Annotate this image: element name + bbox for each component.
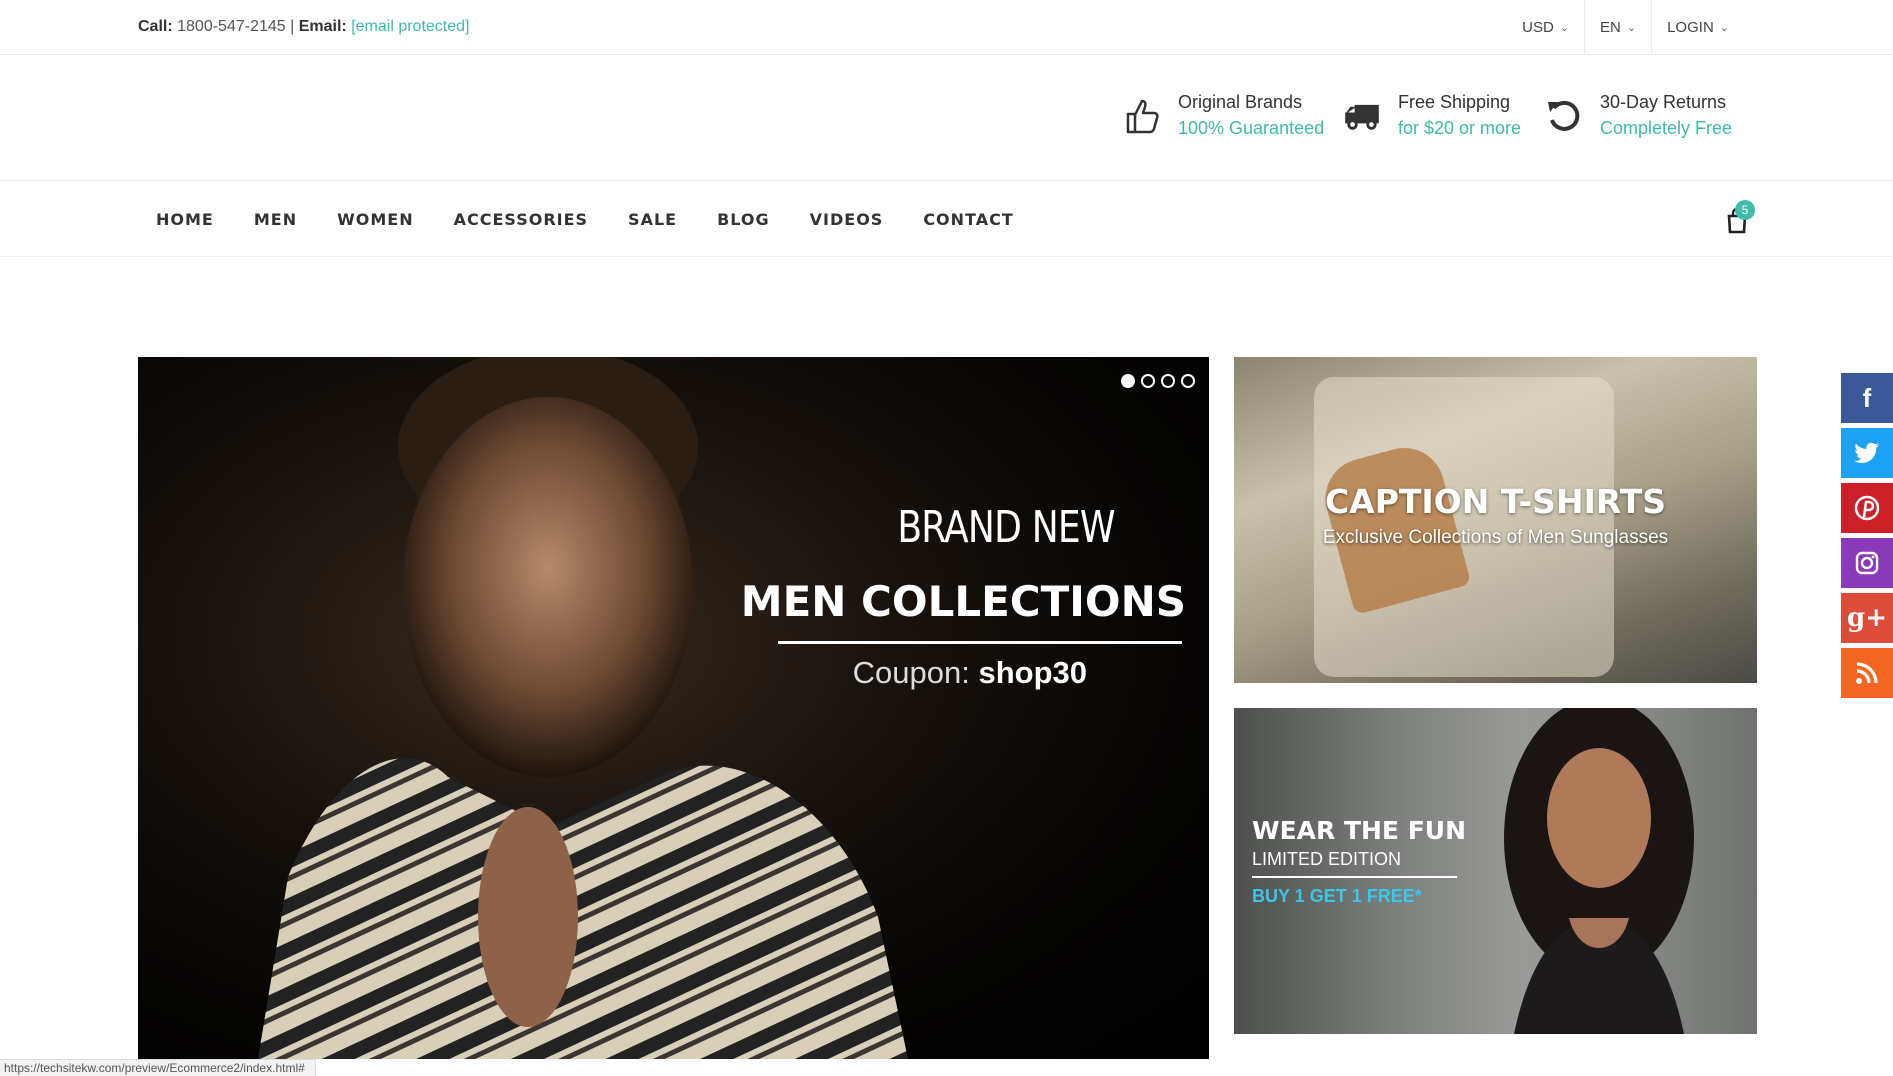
hero-coupon: Coupon: shop30: [853, 655, 1087, 691]
model-woman-image: [1504, 708, 1694, 1034]
banner-caption-tshirts[interactable]: CAPTION T-SHIRTS Exclusive Collections o…: [1234, 357, 1757, 683]
header-promos: Original Brands 100% Guaranteed Free Shi…: [0, 56, 1893, 181]
banner-offer: BUY 1 GET 1 FREE*: [1252, 886, 1422, 906]
facebook-icon[interactable]: f: [1841, 373, 1893, 423]
chevron-down-icon: ⌄: [1719, 22, 1729, 34]
status-url: https://techsitekw.com/preview/Ecommerce…: [0, 1059, 316, 1076]
slider-dot-4[interactable]: [1181, 374, 1195, 388]
promo-title: Original Brands: [1178, 92, 1303, 112]
coupon-label: Coupon:: [852, 655, 970, 690]
phone-number[interactable]: 1800-547-2145: [177, 18, 286, 35]
promo-title: 30-Day Returns: [1600, 92, 1727, 112]
top-bar-dropdowns: USD ⌄ EN ⌄ LOGIN ⌄: [1507, 0, 1744, 55]
language-dropdown[interactable]: EN ⌄: [1584, 0, 1651, 55]
nav-item-men[interactable]: MEN: [254, 210, 297, 229]
nav-item-accessories[interactable]: ACCESSORIES: [454, 210, 588, 229]
banner-wear-the-fun[interactable]: WEAR THE FUN LIMITED EDITION BUY 1 GET 1…: [1234, 708, 1757, 1034]
instagram-icon[interactable]: [1841, 538, 1893, 588]
pinterest-icon[interactable]: [1841, 483, 1893, 533]
hero-line1: BRAND NEW: [897, 502, 1115, 553]
refresh-icon: [1546, 96, 1582, 136]
nav-item-videos[interactable]: VIDEOS: [810, 210, 884, 229]
social-sidebar: f g+: [1841, 373, 1893, 698]
nav-item-contact[interactable]: CONTACT: [923, 210, 1013, 229]
google-plus-icon[interactable]: g+: [1841, 593, 1893, 643]
chevron-down-icon: ⌄: [1559, 22, 1570, 34]
nav-item-sale[interactable]: SALE: [628, 210, 677, 229]
nav-item-blog[interactable]: BLOG: [717, 210, 770, 229]
thumbs-up-icon: [1124, 96, 1160, 136]
email-label: Email:: [298, 18, 347, 35]
hero-divider: [778, 641, 1182, 644]
currency-dropdown[interactable]: USD ⌄: [1507, 0, 1584, 55]
truck-icon: [1344, 96, 1380, 136]
twitter-icon[interactable]: [1841, 428, 1893, 478]
hero-line2: MEN COLLECTIONS: [740, 577, 1186, 626]
login-dropdown[interactable]: LOGIN ⌄: [1651, 0, 1744, 55]
contact-separator: |: [290, 18, 295, 35]
nav-item-women[interactable]: WOMEN: [337, 210, 414, 229]
hero-slider[interactable]: BRAND NEW MEN COLLECTIONS Coupon: shop30: [138, 357, 1209, 1059]
promo-subtitle: 100% Guaranteed: [1178, 118, 1325, 138]
slider-dot-2[interactable]: [1141, 374, 1155, 388]
slider-dot-3[interactable]: [1161, 374, 1175, 388]
nav-item-home[interactable]: HOME: [156, 210, 214, 229]
promo-title: Free Shipping: [1398, 92, 1511, 112]
hero-model-image: [258, 357, 908, 1059]
main-nav: HOME MEN WOMEN ACCESSORIES SALE BLOG VID…: [0, 182, 1893, 257]
promo-free-shipping: Free Shipping for $20 or more: [1344, 92, 1521, 139]
banner-divider: [1252, 876, 1457, 878]
top-bar: Call: 1800-547-2145 | Email: [email prot…: [0, 0, 1893, 55]
slider-dot-1[interactable]: [1121, 374, 1135, 388]
promo-subtitle: for $20 or more: [1398, 118, 1522, 138]
currency-value: USD: [1522, 19, 1554, 36]
email-link[interactable]: [email protected]: [351, 18, 469, 35]
rss-icon[interactable]: [1841, 648, 1893, 698]
call-label: Call:: [138, 18, 173, 35]
banner-title: CAPTION T-SHIRTS: [1324, 482, 1667, 521]
coupon-code: shop30: [978, 655, 1087, 690]
nav-menu: HOME MEN WOMEN ACCESSORIES SALE BLOG VID…: [156, 182, 1054, 257]
slider-dots: [1121, 374, 1195, 388]
login-label: LOGIN: [1667, 19, 1714, 36]
banner-title: WEAR THE FUN: [1252, 816, 1467, 845]
language-value: EN: [1600, 19, 1621, 36]
cart-count-badge: 5: [1735, 200, 1755, 220]
banner-subtitle: Exclusive Collections of Men Sunglasses: [1322, 527, 1669, 548]
chevron-down-icon: ⌄: [1626, 22, 1637, 34]
promo-returns: 30-Day Returns Completely Free: [1546, 92, 1732, 139]
banner-edition: LIMITED EDITION: [1252, 849, 1402, 869]
promo-subtitle: Completely Free: [1600, 118, 1733, 138]
contact-info: Call: 1800-547-2145 | Email: [email prot…: [138, 18, 469, 36]
promo-original-brands: Original Brands 100% Guaranteed: [1124, 92, 1324, 139]
